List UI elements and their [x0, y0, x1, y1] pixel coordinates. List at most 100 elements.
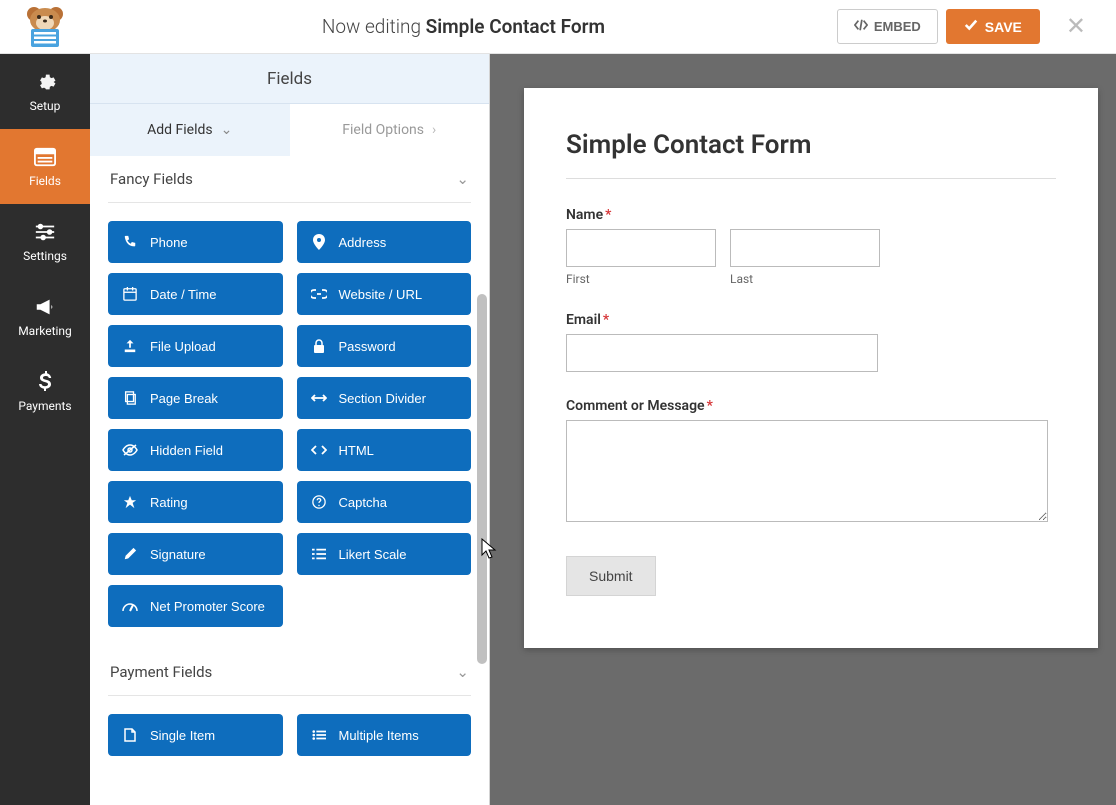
fancy-field-grid: Phone Address Date / Time Website / URL File… [108, 203, 471, 649]
name-field-row: First Last [566, 229, 1056, 286]
sidebar-item-fields[interactable]: Fields [0, 129, 90, 204]
fancy-field-section-divider[interactable]: Section Divider [297, 377, 472, 419]
sidebar-label: Settings [23, 249, 67, 263]
section-fancy-fields: Fancy Fields ⌄ Phone Address Date / Time We… [90, 156, 489, 649]
save-button[interactable]: SAVE [946, 9, 1040, 44]
map-marker-icon [311, 234, 327, 250]
email-field-label: Email* [566, 312, 1056, 328]
field-button-label: Multiple Items [339, 728, 419, 743]
embed-button[interactable]: EMBED [837, 9, 938, 44]
fancy-field-address[interactable]: Address [297, 221, 472, 263]
field-button-label: Single Item [150, 728, 215, 743]
field-button-label: Phone [150, 235, 188, 250]
submit-button[interactable]: Submit [566, 556, 656, 596]
calendar-icon [122, 287, 138, 301]
fancy-field-password[interactable]: Password [297, 325, 472, 367]
sidebar-item-payments[interactable]: Payments [0, 354, 90, 429]
top-header: Now editing Simple Contact Form EMBED SA… [0, 0, 1116, 54]
field-button-label: Page Break [150, 391, 218, 406]
field-button-label: HTML [339, 443, 374, 458]
section-header-payment[interactable]: Payment Fields ⌄ [108, 649, 471, 696]
field-button-label: Signature [150, 547, 206, 562]
fancy-field-signature[interactable]: Signature [108, 533, 283, 575]
sidebar-label: Marketing [18, 324, 72, 338]
comment-textarea[interactable] [566, 420, 1048, 522]
embed-label: EMBED [874, 19, 921, 34]
gear-icon [34, 71, 56, 93]
field-button-label: Section Divider [339, 391, 426, 406]
chevron-down-icon: ⌄ [456, 663, 469, 681]
sidebar-label: Payments [18, 399, 71, 413]
pencil-icon [122, 547, 138, 561]
sidebar-item-settings[interactable]: Settings [0, 204, 90, 279]
sidebar-label: Fields [29, 174, 61, 188]
payment-field-multiple-items[interactable]: Multiple Items [297, 714, 472, 756]
divider [566, 178, 1056, 179]
tab-field-options[interactable]: Field Options › [290, 104, 490, 156]
fancy-field-html[interactable]: HTML [297, 429, 472, 471]
fancy-field-likert-scale[interactable]: Likert Scale [297, 533, 472, 575]
form-icon [34, 146, 56, 168]
fancy-field-net-promoter-score[interactable]: Net Promoter Score [108, 585, 283, 627]
section-payment-fields: Payment Fields ⌄ Single Item Multiple Ite… [90, 649, 489, 778]
field-button-label: Website / URL [339, 287, 423, 302]
fancy-field-phone[interactable]: Phone [108, 221, 283, 263]
save-label: SAVE [985, 19, 1022, 35]
fancy-field-hidden-field[interactable]: Hidden Field [108, 429, 283, 471]
sidebar-nav: Setup Fields Settings Marketing Payments [0, 54, 90, 805]
last-name-sublabel: Last [730, 272, 880, 286]
link-icon [311, 289, 327, 299]
header-actions: EMBED SAVE ✕ [837, 9, 1116, 44]
fancy-field-captcha[interactable]: Captcha [297, 481, 472, 523]
payment-field-grid: Single Item Multiple Items [108, 696, 471, 778]
field-button-label: Likert Scale [339, 547, 407, 562]
tab-add-fields[interactable]: Add Fields ⌄ [90, 104, 290, 156]
chevron-right-icon: › [432, 122, 436, 138]
sidebar-item-marketing[interactable]: Marketing [0, 279, 90, 354]
upload-icon [122, 339, 138, 353]
field-button-label: Date / Time [150, 287, 216, 302]
scrollbar-thumb[interactable] [477, 294, 487, 664]
field-button-label: Address [339, 235, 387, 250]
section-header-fancy[interactable]: Fancy Fields ⌄ [108, 156, 471, 203]
first-name-input[interactable] [566, 229, 716, 267]
list-icon [311, 548, 327, 560]
app-logo [0, 0, 90, 54]
field-button-label: Password [339, 339, 396, 354]
form-preview-title: Simple Contact Form [566, 130, 1056, 160]
fancy-field-file-upload[interactable]: File Upload [108, 325, 283, 367]
fancy-field-date-time[interactable]: Date / Time [108, 273, 283, 315]
field-button-label: Rating [150, 495, 188, 510]
lock-icon [311, 339, 327, 353]
sidebar-item-setup[interactable]: Setup [0, 54, 90, 129]
required-asterisk: * [707, 398, 713, 414]
section-title: Payment Fields [110, 663, 212, 681]
fancy-field-page-break[interactable]: Page Break [108, 377, 283, 419]
bullhorn-icon [34, 296, 56, 318]
main-body: Setup Fields Settings Marketing Payments… [0, 54, 1116, 805]
files-icon [122, 391, 138, 405]
fields-panel: Fields Add Fields ⌄ Field Options › Fanc… [90, 54, 490, 805]
first-name-sublabel: First [566, 272, 716, 286]
file-o-icon [122, 728, 138, 742]
fields-scroll-area[interactable]: Fancy Fields ⌄ Phone Address Date / Time We… [90, 156, 489, 805]
form-preview-area: Simple Contact Form Name* First Last Ema… [490, 54, 1116, 805]
dollar-icon [34, 371, 56, 393]
field-button-label: Net Promoter Score [150, 599, 265, 614]
payment-field-single-item[interactable]: Single Item [108, 714, 283, 756]
eye-slash-icon [122, 444, 138, 456]
email-input[interactable] [566, 334, 878, 372]
fields-panel-title: Fields [90, 54, 489, 104]
list-ul-icon [311, 729, 327, 741]
close-icon: ✕ [1066, 13, 1086, 40]
chevron-down-icon: ⌄ [221, 122, 233, 138]
check-icon [964, 18, 978, 35]
fancy-field-rating[interactable]: Rating [108, 481, 283, 523]
first-name-col: First [566, 229, 716, 286]
fancy-field-website-url[interactable]: Website / URL [297, 273, 472, 315]
last-name-col: Last [730, 229, 880, 286]
scrollbar[interactable] [475, 54, 489, 805]
tachometer-icon [122, 600, 138, 612]
last-name-input[interactable] [730, 229, 880, 267]
close-button[interactable]: ✕ [1048, 12, 1104, 41]
